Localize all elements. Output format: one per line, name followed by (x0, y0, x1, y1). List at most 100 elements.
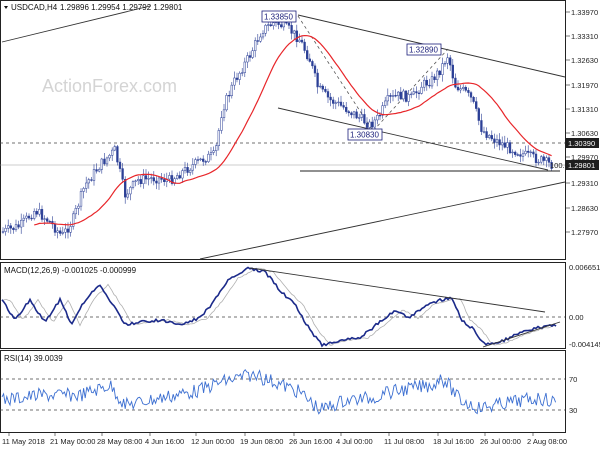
candle-body[interactable] (95, 169, 98, 172)
candle-body[interactable] (313, 65, 317, 74)
candle-body[interactable] (230, 84, 233, 96)
candle-body[interactable] (212, 150, 215, 153)
candle-body[interactable] (38, 209, 41, 215)
candle-body[interactable] (360, 114, 363, 118)
candle-body[interactable] (228, 94, 231, 97)
candle-body[interactable] (147, 178, 150, 180)
macd-panel[interactable] (0, 262, 566, 349)
candle-body[interactable] (337, 101, 340, 104)
forex-chart[interactable]: ActionForex.com USDCAD,H4 1.29896 1.2995… (0, 0, 600, 450)
candle-body[interactable] (324, 88, 327, 92)
candle-body[interactable] (87, 179, 90, 184)
candle-body[interactable] (155, 180, 158, 184)
candle-body[interactable] (186, 167, 189, 173)
candle-body[interactable] (251, 50, 254, 58)
candle-body[interactable] (384, 100, 387, 106)
candle-body[interactable] (511, 151, 514, 154)
candle-body[interactable] (376, 114, 379, 121)
candle-body[interactable] (220, 117, 223, 131)
candle-body[interactable] (319, 85, 322, 88)
candle-body[interactable] (280, 24, 283, 28)
candle-body[interactable] (412, 91, 415, 95)
candle-body[interactable] (399, 91, 402, 100)
candle-body[interactable] (222, 109, 226, 118)
candle-body[interactable] (1, 231, 5, 233)
candle-body[interactable] (111, 149, 114, 156)
candle-body[interactable] (532, 151, 535, 155)
candle-body[interactable] (365, 122, 369, 128)
candle-body[interactable] (217, 130, 220, 146)
candle-body[interactable] (350, 112, 353, 116)
candle-body[interactable] (537, 161, 540, 164)
candle-body[interactable] (371, 121, 374, 128)
candle-body[interactable] (22, 217, 25, 221)
candle-body[interactable] (100, 158, 103, 170)
candle-body[interactable] (469, 92, 473, 98)
candle-body[interactable] (438, 70, 441, 75)
candle-body[interactable] (241, 72, 244, 74)
candle-body[interactable] (482, 131, 486, 133)
candle-body[interactable] (373, 119, 376, 128)
candle-body[interactable] (397, 91, 400, 97)
candle-body[interactable] (352, 111, 356, 116)
candle-body[interactable] (311, 61, 314, 67)
candle-body[interactable] (404, 90, 408, 102)
candle-body[interactable] (534, 153, 538, 163)
candle-body[interactable] (449, 57, 452, 66)
candle-body[interactable] (248, 55, 252, 58)
candle-body[interactable] (35, 211, 38, 215)
candle-body[interactable] (61, 231, 64, 234)
candle-body[interactable] (524, 150, 527, 155)
candle-body[interactable] (516, 154, 519, 156)
candle-body[interactable] (527, 150, 530, 153)
candle-body[interactable] (168, 175, 171, 180)
candle-body[interactable] (77, 205, 80, 209)
candle-body[interactable] (386, 95, 389, 102)
candle-body[interactable] (178, 175, 181, 179)
candle-body[interactable] (477, 108, 480, 121)
candle-body[interactable] (202, 158, 205, 162)
candle-body[interactable] (495, 139, 499, 143)
candle-body[interactable] (27, 215, 31, 219)
candle-body[interactable] (514, 151, 517, 155)
candle-body[interactable] (472, 97, 475, 102)
candle-body[interactable] (25, 215, 28, 219)
candle-body[interactable] (189, 169, 192, 173)
candle-body[interactable] (542, 156, 545, 161)
candle-body[interactable] (425, 79, 428, 86)
candle-body[interactable] (209, 152, 213, 155)
candle-body[interactable] (334, 102, 337, 104)
candle-body[interactable] (157, 177, 161, 184)
candle-body[interactable] (139, 179, 142, 184)
candle-body[interactable] (59, 230, 62, 234)
candle-body[interactable] (82, 188, 85, 192)
candle-body[interactable] (459, 88, 462, 91)
candle-body[interactable] (332, 99, 335, 104)
candle-body[interactable] (462, 86, 465, 89)
candle-body[interactable] (64, 228, 67, 233)
candle-body[interactable] (529, 151, 532, 154)
candle-body[interactable] (116, 146, 119, 163)
candle-body[interactable] (272, 22, 275, 26)
candle-body[interactable] (321, 85, 324, 90)
candle-body[interactable] (92, 169, 96, 181)
candle-body[interactable] (108, 155, 111, 159)
candle-body[interactable] (415, 91, 418, 94)
candle-body[interactable] (269, 24, 272, 26)
candle-body[interactable] (345, 106, 348, 112)
candle-body[interactable] (316, 72, 319, 88)
candle-body[interactable] (303, 41, 306, 51)
candle-body[interactable] (451, 64, 454, 79)
candle-body[interactable] (7, 225, 10, 229)
candle-body[interactable] (183, 167, 187, 171)
candle-body[interactable] (264, 24, 267, 34)
candle-body[interactable] (300, 39, 304, 43)
candle-body[interactable] (519, 154, 522, 157)
candle-body[interactable] (347, 111, 350, 114)
annotation-high[interactable]: 1.33850 (261, 10, 297, 23)
candle-body[interactable] (191, 164, 194, 171)
candle-body[interactable] (131, 181, 135, 188)
candle-body[interactable] (4, 227, 7, 232)
candle-body[interactable] (121, 168, 124, 180)
candle-body[interactable] (339, 101, 343, 106)
